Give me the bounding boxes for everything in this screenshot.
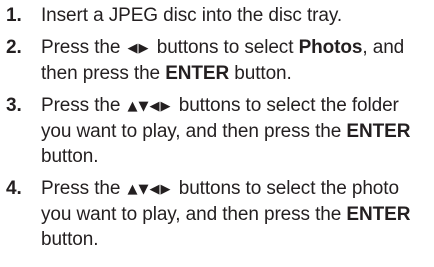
step-number: 1. [6, 5, 22, 26]
instruction-list: 1. Insert a JPEG disc into the disc tray… [0, 0, 434, 252]
step-text: Press the [41, 95, 126, 116]
instruction-step: 2. Press the ◀▶ buttons to select Photos… [0, 35, 434, 86]
step-text: Press the [41, 37, 126, 58]
step-number: 2. [6, 37, 22, 58]
button-name: ENTER [346, 204, 411, 225]
step-text: buttons to select [151, 37, 299, 58]
instruction-step: 4. Press the ▲▼◀▶ buttons to select the … [0, 176, 434, 252]
step-text: Insert a JPEG disc into the disc tray. [41, 5, 343, 26]
menu-item-name: Photos [298, 37, 363, 58]
step-text: button. [41, 146, 99, 167]
direction-arrows-icon: ▲▼◀▶ [127, 182, 172, 197]
step-text: Press the [41, 178, 126, 199]
instruction-step: 3. Press the ▲▼◀▶ buttons to select the … [0, 93, 434, 169]
instruction-step: 1. Insert a JPEG disc into the disc tray… [0, 3, 434, 28]
step-number: 4. [6, 178, 22, 199]
left-right-arrows-icon: ◀▶ [127, 41, 150, 56]
step-number: 3. [6, 95, 22, 116]
button-name: ENTER [165, 63, 230, 84]
step-text: button. [229, 63, 292, 84]
button-name: ENTER [346, 121, 411, 142]
direction-arrows-icon: ▲▼◀▶ [127, 99, 172, 114]
step-text: button. [41, 229, 99, 250]
